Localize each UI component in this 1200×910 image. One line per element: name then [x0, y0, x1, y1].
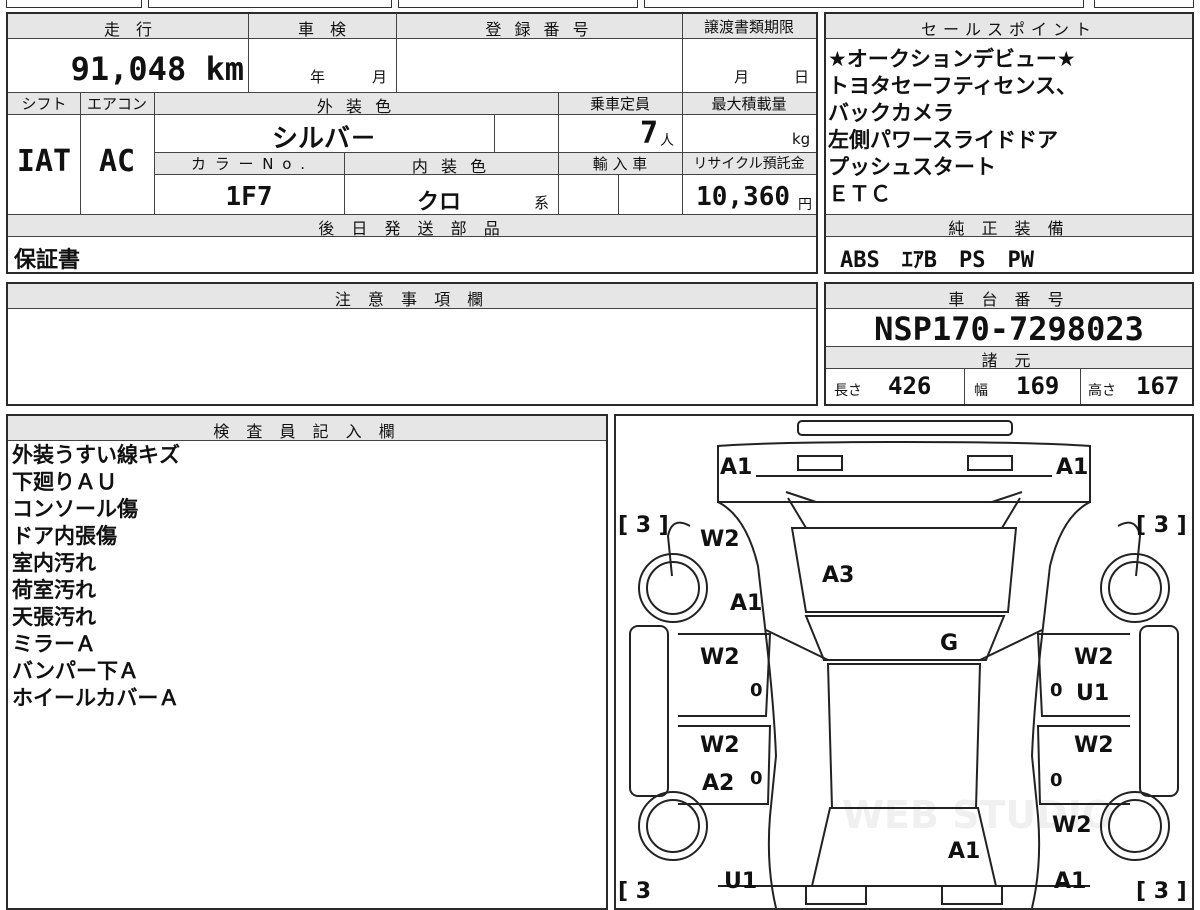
code-right-front-door-zero: 0: [1050, 680, 1063, 701]
code-left-fender-w: W2: [700, 527, 740, 552]
inspector-note-line: コンソール傷: [12, 497, 138, 521]
notes-header: 注 意 事 項 欄: [334, 290, 490, 309]
inspector-note-line: 下廻りＡＵ: [12, 470, 117, 494]
code-left-fender-a: A1: [730, 591, 762, 616]
inspector-header: 検 査 員 記 入 欄: [213, 422, 401, 441]
inspector-note-line: 外装うすい線キズ: [12, 443, 180, 467]
inspector-note-line: 室内汚れ: [12, 551, 96, 575]
code-front-right: A1: [1056, 455, 1088, 480]
interior-color-value: クロ: [416, 190, 461, 215]
sales-points-list: ★オークションデビュー★ トヨタセーフティセンス、 バックカメラ 左側パワースラ…: [828, 46, 1188, 208]
sales-points-panel: セールスポイント ★オークションデビュー★ トヨタセーフティセンス、 バックカメ…: [824, 12, 1194, 274]
code-right-front-door: W2: [1074, 645, 1114, 670]
transfer-month: 月: [734, 68, 750, 86]
code-right-rear-door-zero: 0: [1050, 770, 1063, 791]
top-strip-fragment: [644, 0, 1084, 8]
code-hood: A3: [822, 563, 854, 588]
interior-color-suffix: 系: [534, 194, 550, 212]
recycle-unit: 円: [798, 197, 812, 213]
transfer-deadline-header: 譲渡書類期限: [703, 18, 794, 36]
code-bracket-rl: [ 3: [618, 879, 651, 904]
code-right-rear-door: W2: [1074, 733, 1114, 758]
max-load-unit: kg: [792, 130, 811, 148]
vehicle-info-table: 走 行 車 検 登 録 番 号 譲渡書類期限 91,048 km 年 月 月 日…: [6, 12, 818, 274]
chassis-number: NSP170-7298023: [874, 310, 1144, 348]
car-diagram-svg: A1 A1 [ 3 ] [ 3 ] W2 A1 A3 G W2 0 W2 0 U…: [618, 420, 1187, 908]
code-bracket-rr: [ 3 ]: [1136, 879, 1187, 904]
inspector-notes-list: 外装うすい線キズ 下廻りＡＵ コンソール傷 ドア内張傷 室内汚れ 荷室汚れ 天張…: [12, 442, 592, 712]
shift-value: IAT: [16, 144, 72, 179]
sales-point-line: プッシュスタート: [828, 155, 996, 179]
max-load-header: 最大積載量: [711, 95, 787, 113]
registration-header: 登 録 番 号: [485, 20, 593, 39]
length-label: 長さ: [834, 383, 862, 399]
code-right-front-door-u: U1: [1076, 681, 1109, 706]
inspector-note-line: ホイールカバーＡ: [12, 686, 180, 710]
height-label: 高さ: [1088, 383, 1116, 399]
shift-header: シフト: [21, 95, 67, 113]
recycle-value: 10,360: [696, 182, 790, 212]
top-strip-fragment: [1094, 0, 1194, 8]
code-left-rear-door-w: W2: [700, 733, 740, 758]
recycle-header: リサイクル預託金: [693, 156, 805, 172]
code-bracket-fr: [ 3 ]: [1136, 513, 1187, 538]
inspector-note-line: 天張汚れ: [12, 605, 96, 629]
code-windshield: G: [940, 631, 958, 656]
code-front-left: A1: [720, 455, 752, 480]
capacity-header: 乗車定員: [589, 95, 650, 113]
inspection-header: 車 検: [297, 20, 346, 39]
code-roof-rear: A1: [948, 839, 980, 864]
sales-point-line: トヨタセーフティセンス、: [828, 74, 1078, 98]
inspector-note-line: 荷室汚れ: [12, 578, 96, 602]
width-value: 169: [1016, 372, 1060, 400]
sales-points-header: セールスポイント: [920, 20, 1097, 39]
capacity-unit: 人: [660, 133, 674, 149]
length-value: 426: [888, 372, 932, 400]
inspector-panel: 検 査 員 記 入 欄 外装うすい線キズ 下廻りＡＵ コンソール傷 ドア内張傷 …: [6, 414, 608, 910]
color-no-header: カ ラ ー N o .: [190, 155, 307, 173]
top-strip-fragment: [148, 0, 392, 8]
mileage-value: 91,048: [70, 50, 187, 88]
color-no-value: 1F7: [225, 182, 273, 212]
code-rear-right: A1: [1054, 869, 1086, 894]
chassis-panel: 車 台 番 号 NSP170-7298023 諸 元 長さ 426 幅 169 …: [824, 282, 1194, 406]
mileage-row: 91,048 km: [8, 50, 244, 88]
inspector-note-line: バンパー下Ａ: [12, 659, 140, 683]
code-rear-left: U1: [724, 869, 757, 894]
watermark-text: WEB STUDIO: [842, 793, 1114, 837]
code-left-front-door-zero: 0: [750, 680, 763, 701]
transfer-day: 日: [794, 68, 810, 86]
code-left-rear-door-zero: 0: [750, 768, 763, 789]
code-bracket-fl: [ 3 ]: [618, 513, 669, 538]
notes-panel: 注 意 事 項 欄: [6, 282, 818, 406]
ac-header: エアコン: [86, 95, 147, 113]
capacity-value: 7: [639, 116, 658, 151]
code-left-rear-door-a: A2: [702, 771, 734, 796]
inspection-year: 年: [310, 68, 326, 86]
sales-point-line: ＥＴＣ: [828, 182, 891, 206]
height-value: 167: [1136, 372, 1180, 400]
top-strip-fragment: [398, 0, 638, 8]
later-parts-value: 保証書: [14, 248, 81, 273]
car-damage-diagram: A1 A1 [ 3 ] [ 3 ] W2 A1 A3 G W2 0 W2 0 U…: [614, 414, 1194, 910]
sales-point-line: ★オークションデビュー★: [828, 47, 1076, 71]
inspector-note-line: ミラーＡ: [12, 632, 96, 656]
top-strip-fragment: [6, 0, 142, 8]
width-label: 幅: [974, 383, 988, 399]
sales-point-line: 左側パワースライドドア: [828, 128, 1058, 152]
sales-point-line: バックカメラ: [828, 101, 954, 125]
chassis-header: 車 台 番 号: [948, 290, 1070, 309]
mileage-unit: km: [205, 50, 244, 88]
code-left-front-door: W2: [700, 645, 740, 670]
exterior-color-value: シルバ－: [271, 124, 376, 154]
ac-value: AC: [98, 144, 136, 179]
inspection-month: 月: [372, 68, 388, 86]
import-header: 輸 入 車: [592, 155, 648, 173]
inspector-note-line: ドア内張傷: [12, 524, 117, 548]
mileage-header: 走 行: [103, 20, 152, 39]
standard-equipment-value: ABS ｴｱB PS PW: [840, 248, 1034, 273]
